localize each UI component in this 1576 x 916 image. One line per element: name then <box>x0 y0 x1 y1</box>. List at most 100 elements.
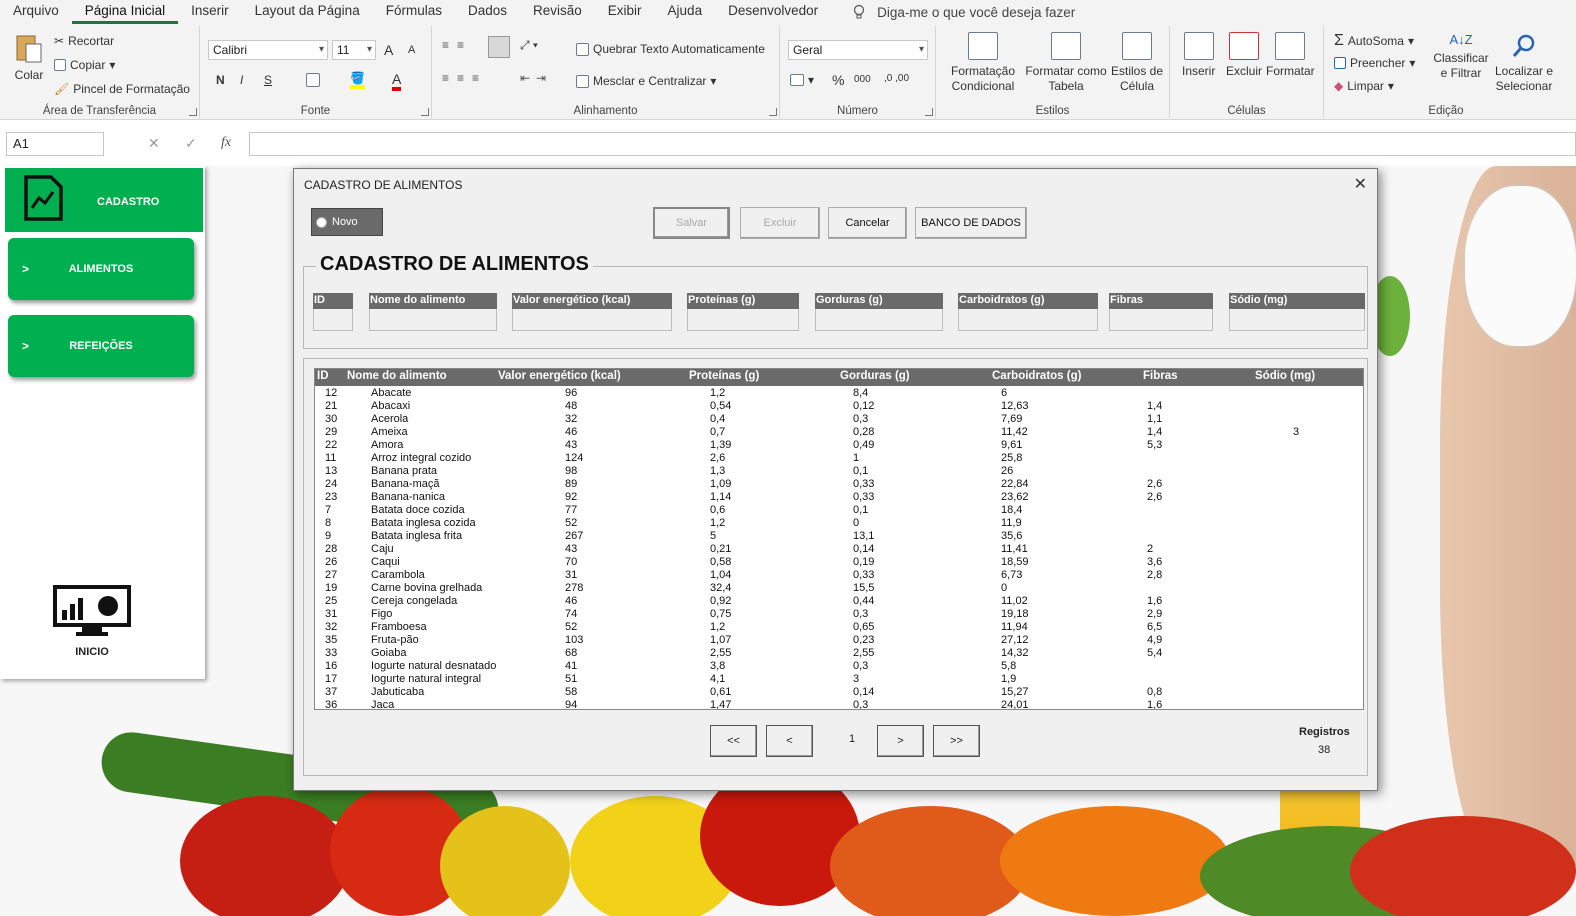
first-page-button[interactable]: << <box>710 725 757 757</box>
insert-cells-button[interactable]: Inserir <box>1182 32 1215 78</box>
column-header[interactable]: Carboidratos (g) <box>992 370 1081 382</box>
underline-button[interactable]: S <box>264 73 272 87</box>
alignment-launcher[interactable] <box>769 108 777 116</box>
cut-button[interactable]: ✂ Recortar <box>54 34 114 48</box>
table-row[interactable]: 24 Banana-maçã 89 1,09 0,33 22,84 2,6 <box>315 478 1363 491</box>
last-page-button[interactable]: >> <box>933 725 980 757</box>
function-icon[interactable]: fx <box>221 135 231 151</box>
percent-button[interactable]: % <box>832 72 844 88</box>
table-row[interactable]: 35 Fruta-pão 103 1,07 0,23 27,12 4,9 <box>315 634 1363 647</box>
table-row[interactable]: 33 Goiaba 68 2,55 2,55 14,32 5,4 <box>315 647 1363 660</box>
column-header[interactable]: ID <box>317 370 329 382</box>
tab-6[interactable]: Revisão <box>520 0 595 24</box>
autosum-button[interactable]: Σ AutoSoma ▾ <box>1334 32 1414 50</box>
paste-button[interactable]: Colar <box>14 32 44 82</box>
thousands-button[interactable]: 000 <box>854 74 871 85</box>
field-input[interactable] <box>512 309 672 331</box>
table-row[interactable]: 29 Ameixa 46 0,7 0,28 11,42 1,4 3 <box>315 426 1363 439</box>
font-size-combo[interactable]: 11 <box>332 40 376 60</box>
table-row[interactable]: 23 Banana-nanica 92 1,14 0,33 23,62 2,6 <box>315 491 1363 504</box>
orientation-button[interactable]: ⤢ ▾ <box>520 38 538 53</box>
bold-button[interactable]: N <box>216 73 225 87</box>
tab-4[interactable]: Fórmulas <box>373 0 455 24</box>
horizontal-align-buttons[interactable]: ≡≡≡ <box>442 71 487 85</box>
table-row[interactable]: 31 Figo 74 0,75 0,3 19,18 2,9 <box>315 608 1363 621</box>
merge-center-button[interactable]: Mesclar e Centralizar ▾ <box>576 74 716 88</box>
column-header[interactable]: Fibras <box>1143 370 1178 382</box>
sidebar-item-refeicoes[interactable]: > REFEIÇÕES <box>8 315 194 377</box>
table-row[interactable]: 17 Iogurte natural integral 51 4,1 3 1,9 <box>315 673 1363 686</box>
wrap-text-button[interactable]: Quebrar Texto Automaticamente <box>576 42 765 56</box>
align-bottom-button[interactable] <box>488 36 510 58</box>
table-row[interactable]: 21 Abacaxi 48 0,54 0,12 12,63 1,4 <box>315 400 1363 413</box>
field-input[interactable] <box>1229 309 1365 331</box>
clipboard-launcher[interactable] <box>189 108 197 116</box>
grow-font-button[interactable]: A <box>384 42 393 58</box>
fill-button[interactable]: Preencher ▾ <box>1334 56 1415 70</box>
field-input[interactable] <box>958 309 1098 331</box>
decimal-buttons[interactable]: ,0 ,00 <box>884 73 909 84</box>
table-row[interactable]: 28 Caju 43 0,21 0,14 11,41 2 <box>315 543 1363 556</box>
indent-buttons[interactable]: ⇤⇥ <box>520 71 552 85</box>
field-input[interactable] <box>815 309 943 331</box>
copy-button[interactable]: Copiar ▾ <box>54 58 115 72</box>
font-name-combo[interactable]: Calibri <box>208 40 328 60</box>
shrink-font-button[interactable]: A <box>408 44 415 56</box>
table-row[interactable]: 30 Acerola 32 0,4 0,3 7,69 1,1 <box>315 413 1363 426</box>
column-header[interactable]: Gorduras (g) <box>840 370 910 382</box>
cancel-button[interactable]: Cancelar <box>828 207 907 239</box>
vertical-align-buttons[interactable]: ≡≡ <box>442 38 472 52</box>
formula-input[interactable] <box>249 132 1576 156</box>
tab-2[interactable]: Inserir <box>178 0 242 24</box>
tab-8[interactable]: Ajuda <box>655 0 716 24</box>
fill-color-button[interactable]: 🪣 <box>350 71 365 89</box>
table-row[interactable]: 8 Batata inglesa cozida 52 1,2 0 11,9 <box>315 517 1363 530</box>
inicio-button[interactable]: INICIO <box>52 584 136 658</box>
field-input[interactable] <box>1109 309 1213 331</box>
database-button[interactable]: BANCO DE DADOS <box>915 207 1027 239</box>
format-painter-button[interactable]: 🖌 Pincel de Formatação <box>54 82 190 96</box>
column-header[interactable]: Sódio (mg) <box>1255 370 1315 382</box>
tab-0[interactable]: Arquivo <box>0 0 72 24</box>
italic-button[interactable]: I <box>240 73 243 87</box>
table-row[interactable]: 32 Framboesa 52 1,2 0,65 11,94 6,5 <box>315 621 1363 634</box>
sidebar-item-alimentos[interactable]: > ALIMENTOS <box>8 238 194 300</box>
cancel-formula-icon[interactable]: ✕ <box>148 135 160 152</box>
table-row[interactable]: 25 Cereja congelada 46 0,92 0,44 11,02 1,6 <box>315 595 1363 608</box>
enter-formula-icon[interactable]: ✓ <box>185 135 197 152</box>
field-input[interactable] <box>313 309 353 331</box>
format-cells-button[interactable]: Formatar <box>1266 32 1315 78</box>
novo-toggle[interactable]: Novo <box>311 208 383 236</box>
close-icon[interactable]: ✕ <box>1354 174 1367 194</box>
column-header[interactable]: Nome do alimento <box>347 370 447 382</box>
field-input[interactable] <box>369 309 497 331</box>
tab-5[interactable]: Dados <box>455 0 520 24</box>
table-row[interactable]: 19 Carne bovina grelhada 278 32,4 15,5 0 <box>315 582 1363 595</box>
table-row[interactable]: 12 Abacate 96 1,2 8,4 6 <box>315 387 1363 400</box>
delete-button[interactable]: Excluir <box>740 207 820 239</box>
table-row[interactable]: 27 Carambola 31 1,04 0,33 6,73 2,8 <box>315 569 1363 582</box>
table-row[interactable]: 16 Iogurte natural desnatado 41 3,8 0,3 5,8 <box>315 660 1363 673</box>
tab-3[interactable]: Layout da Página <box>242 0 373 24</box>
table-row[interactable]: 9 Batata inglesa frita 267 5 13,1 35,6 <box>315 530 1363 543</box>
prev-page-button[interactable]: < <box>766 725 813 757</box>
tab-9[interactable]: Desenvolvedor <box>715 0 831 24</box>
table-row[interactable]: 7 Batata doce cozida 77 0,6 0,1 18,4 <box>315 504 1363 517</box>
cadastro-header[interactable]: CADASTRO <box>5 168 203 232</box>
delete-cells-button[interactable]: Excluir <box>1226 32 1262 78</box>
borders-button[interactable] <box>306 73 320 87</box>
clear-button[interactable]: ◆ Limpar ▾ <box>1334 79 1394 93</box>
table-row[interactable]: 37 Jabuticaba 58 0,61 0,14 15,27 0,8 <box>315 686 1363 699</box>
table-row[interactable]: 13 Banana prata 98 1,3 0,1 26 <box>315 465 1363 478</box>
number-format-combo[interactable]: Geral <box>788 40 928 60</box>
cell-styles-button[interactable]: Estilos de Célula <box>1108 32 1166 94</box>
tell-me-box[interactable]: Diga-me o que você deseja fazer <box>851 4 1075 20</box>
next-page-button[interactable]: > <box>877 725 924 757</box>
table-row[interactable]: 11 Arroz integral cozido 124 2,6 1 25,8 <box>315 452 1363 465</box>
conditional-format-button[interactable]: Formatação Condicional <box>944 32 1022 94</box>
column-header[interactable]: Proteínas (g) <box>689 370 759 382</box>
field-input[interactable] <box>687 309 799 331</box>
format-as-table-button[interactable]: Formatar como Tabela <box>1022 32 1110 94</box>
tab-7[interactable]: Exibir <box>595 0 655 24</box>
table-row[interactable]: 22 Amora 43 1,39 0,49 9,61 5,3 <box>315 439 1363 452</box>
